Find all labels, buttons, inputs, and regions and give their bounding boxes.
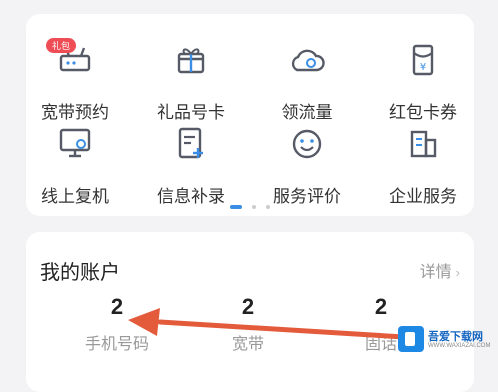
watermark: 吾爱下载网 WWW.WAXIAZAI.COM (398, 322, 498, 362)
watermark-site: WWW.WAXIAZAI.COM (428, 343, 491, 349)
watermark-brand: 吾爱下载网 (428, 331, 483, 343)
watermark-logo (398, 326, 424, 352)
annotation-arrow (128, 308, 423, 341)
